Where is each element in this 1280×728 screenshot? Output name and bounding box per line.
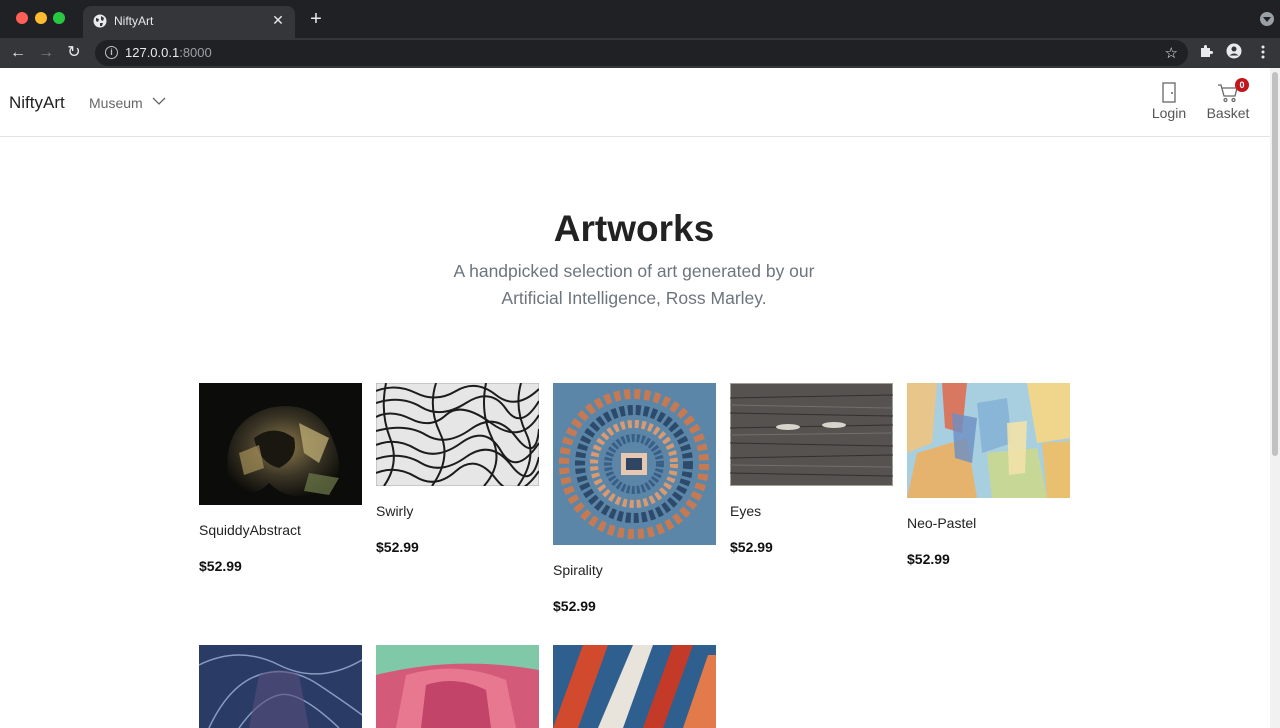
artwork-card[interactable]: Swirly $52.99	[376, 383, 539, 555]
artwork-card[interactable]: SquiddyAbstract $52.99	[199, 383, 362, 574]
artwork-name[interactable]: Spirality	[553, 562, 603, 578]
artwork-image[interactable]	[907, 383, 1070, 498]
login-button[interactable]: Login	[1149, 82, 1189, 122]
url-host: 127.0.0.1	[125, 45, 180, 60]
artwork-price: $52.99	[553, 598, 596, 614]
scrollbar-thumb[interactable]	[1272, 72, 1278, 456]
close-tab-icon[interactable]: ✕	[269, 11, 287, 29]
browser-tab-bar: NiftyArt ✕ +	[0, 0, 1280, 38]
close-window-button[interactable]	[16, 12, 28, 24]
artwork-image[interactable]	[553, 645, 716, 728]
artwork-card[interactable]: Neo-Pastel $52.99	[907, 383, 1070, 567]
artwork-image[interactable]	[199, 383, 362, 505]
page-subtitle: A handpicked selection of art generated …	[453, 261, 815, 308]
artwork-image[interactable]	[553, 383, 716, 545]
artwork-price: $52.99	[730, 539, 773, 555]
url-port: :8000	[179, 45, 212, 60]
site-header: NiftyArt Museum Login Basket 0	[0, 68, 1270, 137]
back-button[interactable]: ←	[7, 42, 29, 64]
new-tab-button[interactable]: +	[306, 9, 326, 29]
page-title: Artworks	[553, 208, 715, 249]
basket-button[interactable]: Basket 0	[1204, 78, 1252, 122]
browser-tab[interactable]: NiftyArt ✕	[83, 6, 295, 38]
site-info-icon[interactable]: i	[105, 46, 118, 59]
address-bar[interactable]: i 127.0.0.1:8000 ☆	[95, 40, 1188, 66]
reload-button[interactable]: ↻	[63, 42, 85, 64]
artwork-name[interactable]: Neo-Pastel	[907, 515, 976, 531]
browser-menu-icon[interactable]	[1256, 43, 1270, 61]
brand-logo[interactable]: NiftyArt	[9, 93, 65, 113]
tab-search-icon[interactable]	[1260, 12, 1274, 26]
artwork-name[interactable]: SquiddyAbstract	[199, 522, 301, 538]
tab-title: NiftyArt	[114, 14, 154, 28]
browser-toolbar: ← → ↻ i 127.0.0.1:8000 ☆	[0, 38, 1280, 68]
bookmark-star-icon[interactable]: ☆	[1165, 44, 1178, 62]
web-page: NiftyArt Museum Login Basket 0 Artworks …	[0, 68, 1270, 728]
artwork-card[interactable]: Spirality $52.99	[553, 383, 716, 614]
page-scrollbar[interactable]	[1270, 68, 1280, 728]
artwork-image[interactable]	[376, 383, 539, 486]
url-text: 127.0.0.1:8000	[125, 45, 212, 60]
chevron-down-icon[interactable]	[152, 96, 166, 106]
basket-count-badge: 0	[1235, 78, 1249, 92]
artwork-price: $52.99	[907, 551, 950, 567]
artwork-image[interactable]	[730, 383, 893, 486]
minimize-window-button[interactable]	[35, 12, 47, 24]
artwork-name[interactable]: Swirly	[376, 503, 413, 519]
globe-icon	[93, 14, 107, 28]
artwork-price: $52.99	[376, 539, 419, 555]
door-icon	[1162, 82, 1176, 103]
artwork-image[interactable]	[199, 645, 362, 728]
artwork-image[interactable]	[376, 645, 539, 728]
artwork-name[interactable]: Eyes	[730, 503, 761, 519]
artwork-card[interactable]: Eyes $52.99	[730, 383, 893, 555]
profile-icon[interactable]	[1226, 43, 1242, 59]
extensions-icon[interactable]	[1198, 43, 1214, 59]
artwork-price: $52.99	[199, 558, 242, 574]
basket-label: Basket	[1206, 105, 1250, 121]
museum-menu[interactable]: Museum	[89, 95, 143, 111]
forward-button[interactable]: →	[35, 42, 57, 64]
maximize-window-button[interactable]	[53, 12, 65, 24]
login-label: Login	[1151, 105, 1187, 121]
